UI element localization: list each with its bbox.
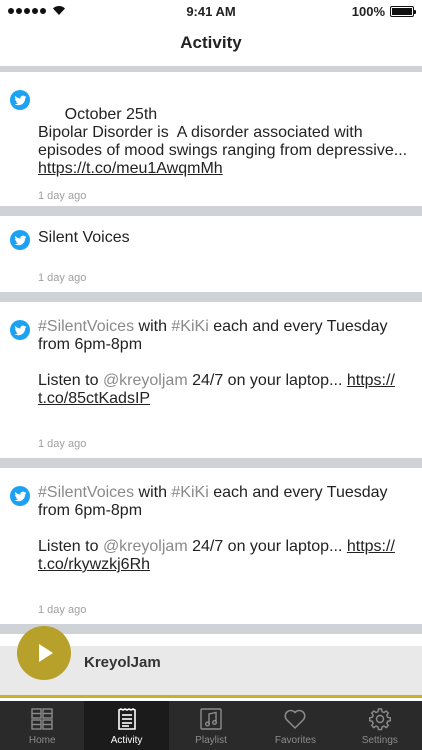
tab-bar: Home Activity Playlist Favorites Setting… [0,701,422,750]
tab-settings[interactable]: Settings [338,701,422,750]
tweet-body: 24/7 on your laptop... [187,372,347,389]
tab-label: Settings [361,735,398,746]
tweet-body: with [134,484,172,501]
tab-favorites[interactable]: Favorites [253,701,337,750]
tweet-timestamp: 1 day ago [38,272,87,284]
tweet-body: Listen to [38,372,103,389]
tweet-body: with [134,318,172,335]
play-icon [39,644,53,662]
tweet-body: Listen to [38,538,103,555]
play-button[interactable] [17,626,71,680]
tab-label: Playlist [195,735,227,746]
list-item[interactable]: #SilentVoices with #KiKi each and every … [0,468,422,624]
tab-playlist[interactable]: Playlist [169,701,253,750]
tab-activity[interactable]: Activity [84,701,169,750]
tweet-text: October 25th Bipolar Disorder is A disord… [38,88,412,196]
tweet-body: Bipolar Disorder is A disorder associate… [38,124,412,159]
gear-icon [368,708,391,731]
tweet-link[interactable]: t.co/85ctKadsIP [38,390,150,407]
document-icon [117,708,136,730]
tweet-link[interactable]: https://t.co/meu1AwqmMh [38,160,223,177]
page-title: Activity [0,24,422,66]
tab-label: Activity [110,735,143,746]
battery-percent: 100% [351,4,385,19]
twitter-icon [10,486,30,506]
tab-label: Home [28,735,56,746]
tweet-timestamp: 1 day ago [38,438,87,450]
tweet-text: Silent Voices [38,229,130,246]
tweet-link[interactable]: t.co/rkywzkj6Rh [38,556,150,573]
status-bar: 9:41 AM 100% [0,0,422,24]
list-item[interactable]: October 25th Bipolar Disorder is A disord… [0,72,422,206]
heart-icon [284,709,306,730]
tweet-text: #SilentVoices with #KiKi each and every … [38,318,412,408]
twitter-icon [10,320,30,340]
mention-link[interactable]: @kreyoljam [103,538,188,555]
hashtag-link[interactable]: #KiKi [171,484,208,501]
tweet-body: 24/7 on your laptop... [187,538,347,555]
station-name: KreyolJam [84,654,161,671]
hashtag-link[interactable]: #SilentVoices [38,318,134,335]
hashtag-link[interactable]: #KiKi [171,318,208,335]
tweet-link[interactable]: https:// [347,372,395,389]
grid-icon [31,708,53,730]
tab-home[interactable]: Home [0,701,84,750]
tweet-text: #SilentVoices with #KiKi each and every … [38,484,412,574]
twitter-icon [10,230,30,250]
tweet-link[interactable]: https:// [347,538,395,555]
tweet-date-line: October 25th [64,106,158,123]
list-item[interactable]: #SilentVoices with #KiKi each and every … [0,302,422,458]
tweet-timestamp: 1 day ago [38,190,87,202]
mention-link[interactable]: @kreyoljam [103,372,188,389]
twitter-icon [10,90,30,110]
music-note-icon [200,708,222,730]
tab-label: Favorites [274,735,316,746]
activity-feed[interactable]: October 25th Bipolar Disorder is A disord… [0,66,422,636]
list-item[interactable]: Silent Voices 1 day ago [0,216,422,292]
hashtag-link[interactable]: #SilentVoices [38,484,134,501]
tweet-timestamp: 1 day ago [38,604,87,616]
battery-icon [390,6,416,17]
